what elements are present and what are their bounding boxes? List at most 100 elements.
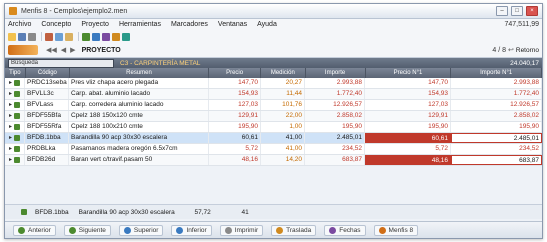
col-importe-n1[interactable]: Importe N°1: [451, 68, 542, 78]
row-price[interactable]: 147,70: [209, 78, 261, 88]
row-med[interactable]: 41,00: [261, 144, 305, 154]
table-row[interactable]: ▸ PRDC13seba Pres vliz chapa acero plega…: [5, 78, 542, 89]
table-row[interactable]: ▸ BFDF55Rfa Cpelz 188 100x210 cmte 195,9…: [5, 122, 542, 133]
row-p1[interactable]: 195,90: [365, 122, 451, 132]
row-summary[interactable]: Pasamanos madera oregón 6.5x7cm: [69, 144, 209, 154]
table-row[interactable]: ▸ BFVLass Carp. corredera aluminio lacad…: [5, 100, 542, 111]
col-precio-n1[interactable]: Precio N°1: [366, 68, 452, 78]
row-imp[interactable]: 2.993,88: [305, 78, 365, 88]
expand-icon[interactable]: ▸: [9, 111, 12, 121]
row-med[interactable]: 22,00: [261, 111, 305, 121]
close-button[interactable]: ×: [526, 6, 538, 16]
row-med[interactable]: 20,27: [261, 78, 305, 88]
row-price[interactable]: 129,91: [209, 111, 261, 121]
row-imp[interactable]: 2.858,02: [305, 111, 365, 121]
table-row[interactable]: ▸ BFDF55Bfa Cpelz 188 150x120 cmte 129,9…: [5, 111, 542, 122]
row-p1[interactable]: 5,72: [365, 144, 451, 154]
row-code[interactable]: BFDB.1bba: [25, 133, 69, 143]
row-i1[interactable]: 195,90: [451, 122, 542, 132]
col-codigo[interactable]: Código: [26, 68, 71, 78]
table-row[interactable]: ▸ BFDB26d Baran vert c/travif.pasam 50 4…: [5, 155, 542, 166]
tree-icon[interactable]: [102, 32, 110, 41]
expand-icon[interactable]: ▸: [9, 89, 12, 99]
row-p1[interactable]: 129,91: [365, 111, 451, 121]
row-code[interactable]: BFDF55Bfa: [25, 111, 69, 121]
siguiente-button[interactable]: Siguiente: [63, 224, 111, 236]
detail-summary[interactable]: Barandilla 90 acp 30x30 escalera: [79, 209, 175, 216]
row-code[interactable]: PRDBLka: [25, 144, 69, 154]
row-code[interactable]: PRDC13seba: [25, 78, 69, 88]
row-summary[interactable]: Carp. corredera aluminio lacado: [69, 100, 209, 110]
row-imp[interactable]: 195,90: [305, 122, 365, 132]
col-importe[interactable]: Importe: [306, 68, 366, 78]
row-p1[interactable]: 127,03: [365, 100, 451, 110]
row-i1[interactable]: 2.993,88: [451, 78, 542, 88]
row-med[interactable]: 41,00: [261, 133, 305, 143]
row-type[interactable]: ▸: [5, 133, 25, 143]
row-code[interactable]: BFVLL3c: [25, 89, 69, 99]
row-i1[interactable]: 2.485,01: [451, 133, 542, 143]
menu-proyecto[interactable]: Proyecto: [81, 21, 109, 28]
table-row[interactable]: ▸ PRDBLka Pasamanos madera oregón 6.5x7c…: [5, 144, 542, 155]
traslada-button[interactable]: Traslada: [271, 224, 317, 236]
row-type[interactable]: ▸: [5, 144, 25, 154]
save-icon[interactable]: [18, 32, 26, 41]
minimize-button[interactable]: –: [496, 6, 508, 16]
row-p1[interactable]: 48,16: [365, 155, 451, 165]
row-summary[interactable]: Carp. abat. aluminio lacado: [69, 89, 209, 99]
expand-icon[interactable]: ▸: [9, 155, 12, 165]
row-type[interactable]: ▸: [5, 122, 25, 132]
expand-icon[interactable]: ▸: [9, 133, 12, 143]
detail-med[interactable]: 41: [223, 209, 249, 216]
superior-button[interactable]: Superior: [118, 224, 164, 236]
row-type[interactable]: ▸: [5, 100, 25, 110]
menu-herramientas[interactable]: Herramientas: [119, 21, 161, 28]
inferior-button[interactable]: Inferior: [171, 224, 212, 236]
first-icon[interactable]: ◀◀: [46, 46, 57, 54]
row-summary[interactable]: Barandilla 90 acp 30x30 escalera: [69, 133, 209, 143]
print-icon[interactable]: [28, 32, 36, 41]
row-imp[interactable]: 683,87: [305, 155, 365, 165]
row-price[interactable]: 154,93: [209, 89, 261, 99]
row-summary[interactable]: Baran vert c/travif.pasam 50: [69, 155, 209, 165]
menu-ayuda[interactable]: Ayuda: [257, 21, 277, 28]
anterior-button[interactable]: Anterior: [13, 224, 56, 236]
row-summary[interactable]: Cpelz 188 100x210 cmte: [69, 122, 209, 132]
menu-marcadores[interactable]: Marcadores: [171, 21, 208, 28]
row-i1[interactable]: 683,87: [451, 155, 542, 165]
row-imp[interactable]: 234,52: [305, 144, 365, 154]
row-med[interactable]: 14,20: [261, 155, 305, 165]
row-med[interactable]: 11,44: [261, 89, 305, 99]
col-tipo[interactable]: Tipo: [5, 68, 26, 78]
col-resumen[interactable]: Resumen: [70, 68, 209, 78]
row-price[interactable]: 5,72: [209, 144, 261, 154]
detail-code[interactable]: BFDB.1bba: [35, 209, 69, 216]
expand-icon[interactable]: ▸: [9, 122, 12, 132]
detail-price[interactable]: 57,72: [185, 209, 210, 216]
col-medicion[interactable]: Medición: [261, 68, 306, 78]
maximize-button[interactable]: □: [511, 6, 523, 16]
row-price[interactable]: 48,16: [209, 155, 261, 165]
table-row-selected[interactable]: ▸ BFDB.1bba Barandilla 90 acp 30x30 esca…: [5, 133, 542, 144]
next-icon[interactable]: ▶: [70, 46, 75, 54]
row-p1[interactable]: 147,70: [365, 78, 451, 88]
table-row[interactable]: ▸ BFVLL3c Carp. abat. aluminio lacado 15…: [5, 89, 542, 100]
row-i1[interactable]: 2.858,02: [451, 111, 542, 121]
expand-icon[interactable]: ▸: [9, 144, 12, 154]
return-icon[interactable]: ↩: [508, 46, 514, 54]
row-price[interactable]: 195,90: [209, 122, 261, 132]
copy-icon[interactable]: [55, 32, 63, 41]
row-price[interactable]: 127,03: [209, 100, 261, 110]
menu-archivo[interactable]: Archivo: [8, 21, 31, 28]
row-imp[interactable]: 1.772,40: [305, 89, 365, 99]
row-code[interactable]: BFDF55Rfa: [25, 122, 69, 132]
row-imp[interactable]: 2.485,01: [305, 133, 365, 143]
row-i1[interactable]: 234,52: [451, 144, 542, 154]
open-icon[interactable]: [8, 32, 16, 41]
menu-concepto[interactable]: Concepto: [41, 21, 71, 28]
row-p1[interactable]: 60,61: [365, 133, 451, 143]
return-label[interactable]: Retorno: [516, 47, 539, 54]
cut-icon[interactable]: [45, 32, 53, 41]
row-i1[interactable]: 1.772,40: [451, 89, 542, 99]
row-p1[interactable]: 154,93: [365, 89, 451, 99]
